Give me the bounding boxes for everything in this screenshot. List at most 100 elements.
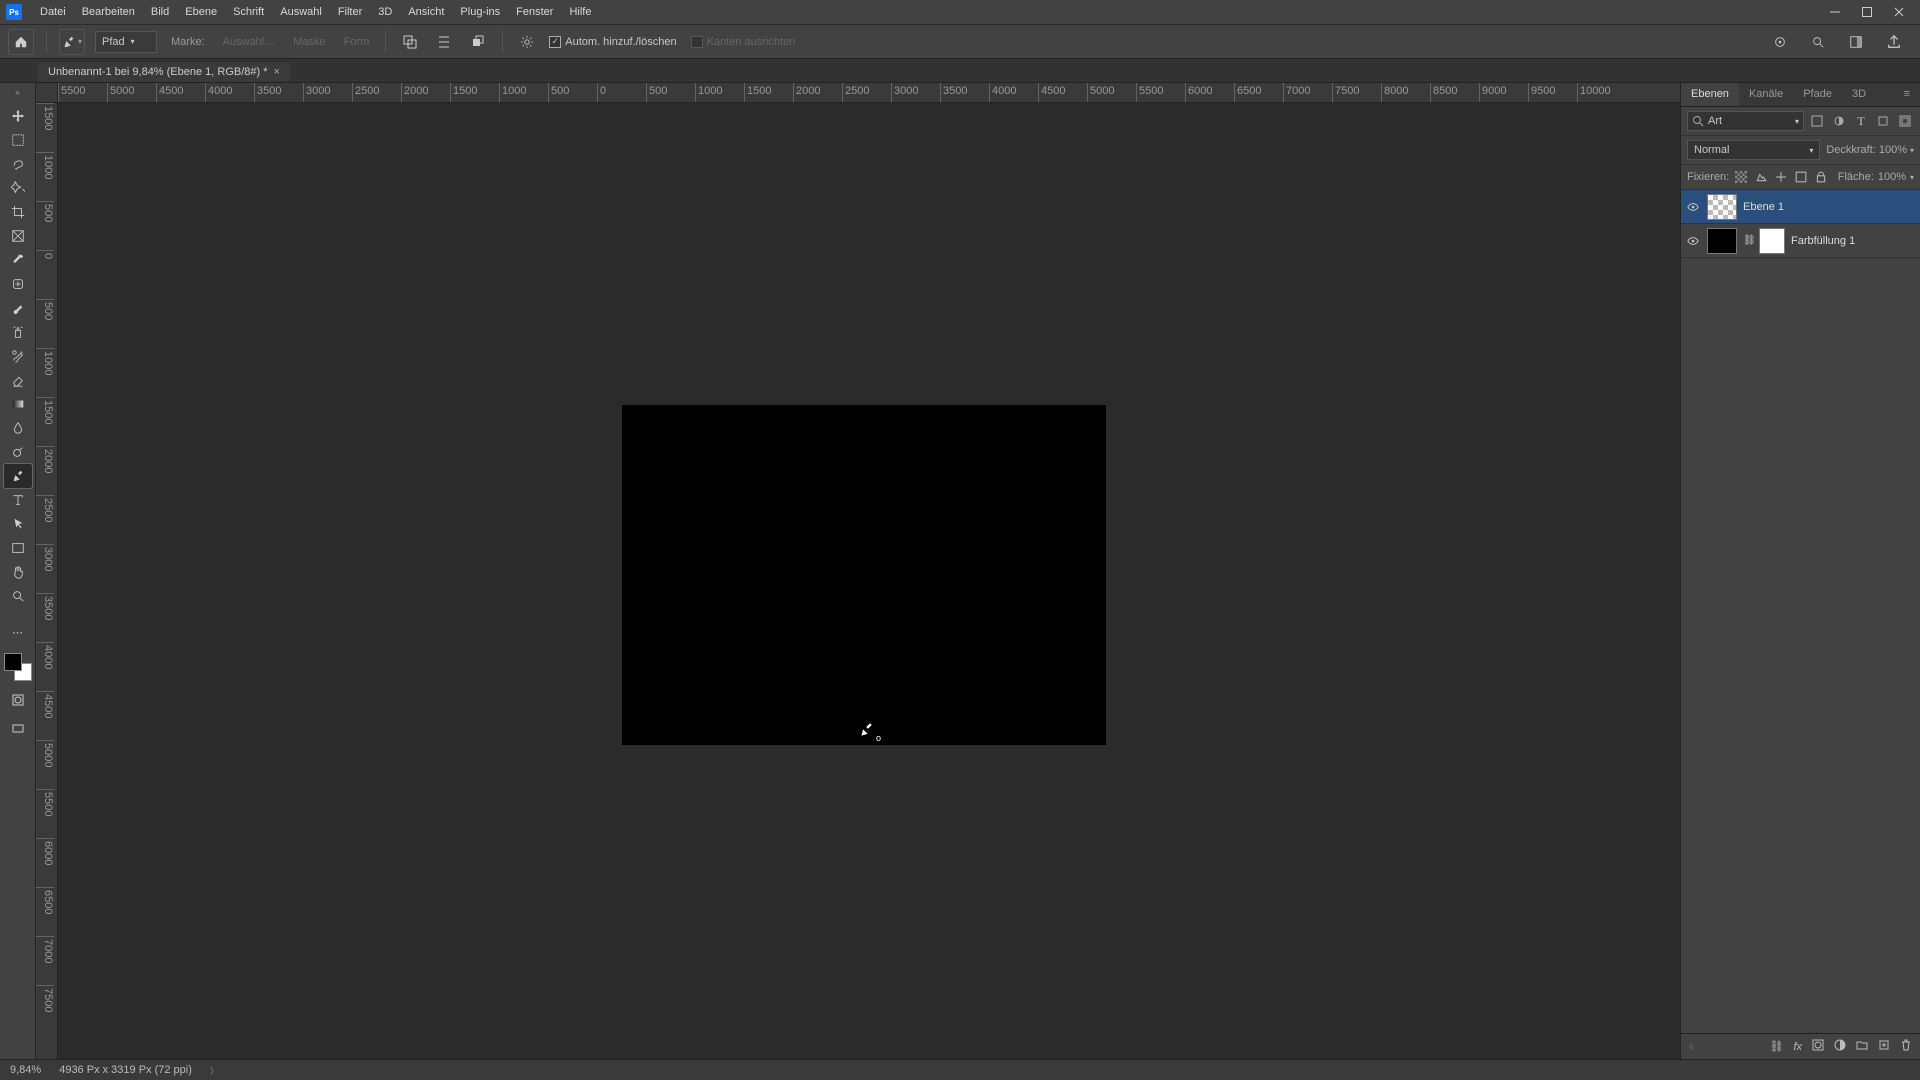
menu-ansicht[interactable]: Ansicht <box>400 3 452 21</box>
document-canvas[interactable] <box>623 406 1105 744</box>
filter-shape-icon[interactable] <box>1874 112 1892 130</box>
canvas-stage[interactable]: o <box>58 103 1680 1059</box>
layer-thumbnail[interactable] <box>1707 228 1737 254</box>
fill-value[interactable]: 100% <box>1878 171 1906 183</box>
panel-tab-3d[interactable]: 3D <box>1842 83 1876 106</box>
menu-fenster[interactable]: Fenster <box>508 3 561 21</box>
lock-position-icon[interactable] <box>1773 169 1789 185</box>
layer-mask-thumbnail[interactable] <box>1759 228 1785 254</box>
quick-mask-icon[interactable] <box>8 690 28 710</box>
add-mask-icon[interactable] <box>1812 1039 1824 1054</box>
link-layers-icon[interactable]: ⛓ <box>1769 1040 1783 1053</box>
color-swatches[interactable] <box>4 653 32 681</box>
close-tab-icon[interactable]: × <box>274 66 280 78</box>
mask-button[interactable]: Maske <box>289 36 329 48</box>
more-tools-icon[interactable]: ⋯ <box>4 620 32 644</box>
current-tool-icon[interactable]: ▾ <box>59 29 85 55</box>
menu-schrift[interactable]: Schrift <box>225 3 272 21</box>
menu-bild[interactable]: Bild <box>143 3 177 21</box>
hand-tool[interactable] <box>4 560 32 584</box>
home-button[interactable] <box>8 29 34 55</box>
menu-ebene[interactable]: Ebene <box>177 3 225 21</box>
eraser-tool[interactable] <box>4 368 32 392</box>
filter-pixel-icon[interactable] <box>1808 112 1826 130</box>
layer-row[interactable]: Ebene 1 <box>1681 190 1920 224</box>
share-icon[interactable] <box>1882 30 1906 54</box>
minimize-button[interactable] <box>1820 2 1850 22</box>
lock-all-icon[interactable] <box>1813 169 1829 185</box>
visibility-toggle-icon[interactable] <box>1685 233 1701 249</box>
panel-menu-icon[interactable]: ≡ <box>1894 83 1920 106</box>
vertical-ruler[interactable]: 1500100050005001000150020002500300035004… <box>36 103 58 1059</box>
new-layer-icon[interactable] <box>1878 1039 1890 1054</box>
history-brush-tool[interactable] <box>4 344 32 368</box>
menu-auswahl[interactable]: Auswahl <box>272 3 330 21</box>
status-more-icon[interactable]: 〉 <box>210 1064 219 1077</box>
doc-dimensions[interactable]: 4936 Px x 3319 Px (72 ppi) <box>59 1064 192 1076</box>
layer-filter-dropdown[interactable]: Art ▾ <box>1687 111 1804 131</box>
crop-tool[interactable] <box>4 200 32 224</box>
dodge-tool[interactable] <box>4 440 32 464</box>
filter-smart-icon[interactable] <box>1896 112 1914 130</box>
close-button[interactable] <box>1884 2 1914 22</box>
delete-layer-icon[interactable] <box>1900 1039 1912 1054</box>
layer-name[interactable]: Farbfüllung 1 <box>1791 235 1855 247</box>
align-edges-checkbox[interactable]: Kanten ausrichten <box>687 36 800 48</box>
screen-mode-icon[interactable] <box>8 719 28 739</box>
blend-mode-dropdown[interactable]: Normal▾ <box>1687 140 1820 160</box>
lock-artboard-icon[interactable] <box>1793 169 1809 185</box>
new-fill-adjust-icon[interactable] <box>1834 1039 1846 1054</box>
link-mask-icon[interactable]: ⛓ <box>1743 235 1753 246</box>
path-operations-icon[interactable] <box>398 30 422 54</box>
menu-3d[interactable]: 3D <box>370 3 400 21</box>
type-tool[interactable] <box>4 488 32 512</box>
auto-add-delete-checkbox[interactable]: ✓ Autom. hinzuf./löschen <box>549 36 676 48</box>
eyedropper-tool[interactable] <box>4 248 32 272</box>
lock-transparent-icon[interactable] <box>1733 169 1749 185</box>
blur-tool[interactable] <box>4 416 32 440</box>
rectangle-tool[interactable] <box>4 536 32 560</box>
panel-tab-pfade[interactable]: Pfade <box>1793 83 1842 106</box>
menu-filter[interactable]: Filter <box>330 3 370 21</box>
clone-tool[interactable] <box>4 320 32 344</box>
menu-datei[interactable]: Datei <box>32 3 74 21</box>
zoom-tool[interactable] <box>4 584 32 608</box>
gear-icon[interactable] <box>515 30 539 54</box>
path-alignment-icon[interactable] <box>432 30 456 54</box>
lasso-tool[interactable] <box>4 152 32 176</box>
rect-marquee-tool[interactable] <box>4 128 32 152</box>
new-group-icon[interactable] <box>1856 1039 1868 1054</box>
spot-heal-tool[interactable] <box>4 272 32 296</box>
menu-hilfe[interactable]: Hilfe <box>561 3 599 21</box>
magic-wand-tool[interactable] <box>4 176 32 200</box>
filter-type-icon[interactable]: T <box>1852 112 1870 130</box>
menu-bearbeiten[interactable]: Bearbeiten <box>74 3 143 21</box>
path-select-tool[interactable] <box>4 512 32 536</box>
layer-name[interactable]: Ebene 1 <box>1743 201 1784 213</box>
zoom-level[interactable]: 9,84% <box>10 1064 41 1076</box>
tool-mode-dropdown[interactable]: Pfad ▾ <box>95 31 157 53</box>
path-arrangement-icon[interactable] <box>466 30 490 54</box>
search-icon[interactable] <box>1806 30 1830 54</box>
maximize-button[interactable] <box>1852 2 1882 22</box>
horizontal-ruler[interactable]: 5500500045004000350030002500200015001000… <box>58 83 1680 103</box>
brush-tool[interactable] <box>4 296 32 320</box>
selection-button[interactable]: Auswahl… <box>219 36 280 48</box>
document-tab[interactable]: Unbenannt-1 bei 9,84% (Ebene 1, RGB/8#) … <box>38 62 290 82</box>
lock-image-icon[interactable] <box>1753 169 1769 185</box>
frame-tool[interactable] <box>4 224 32 248</box>
cloud-docs-icon[interactable] <box>1768 30 1792 54</box>
layer-row[interactable]: ⛓ Farbfüllung 1 <box>1681 224 1920 258</box>
toolbox-collapse-icon[interactable]: » <box>9 87 27 97</box>
panel-tab-kanäle[interactable]: Kanäle <box>1739 83 1793 106</box>
opacity-value[interactable]: 100% <box>1879 144 1907 156</box>
filter-adjust-icon[interactable] <box>1830 112 1848 130</box>
pen-tool[interactable] <box>4 464 32 488</box>
layer-thumbnail[interactable] <box>1707 194 1737 220</box>
workspace-icon[interactable] <box>1844 30 1868 54</box>
foreground-color-swatch[interactable] <box>4 653 22 671</box>
menu-plug-ins[interactable]: Plug-ins <box>452 3 508 21</box>
gradient-tool[interactable] <box>4 392 32 416</box>
layer-fx-icon[interactable]: fx <box>1793 1041 1802 1053</box>
visibility-toggle-icon[interactable] <box>1685 199 1701 215</box>
